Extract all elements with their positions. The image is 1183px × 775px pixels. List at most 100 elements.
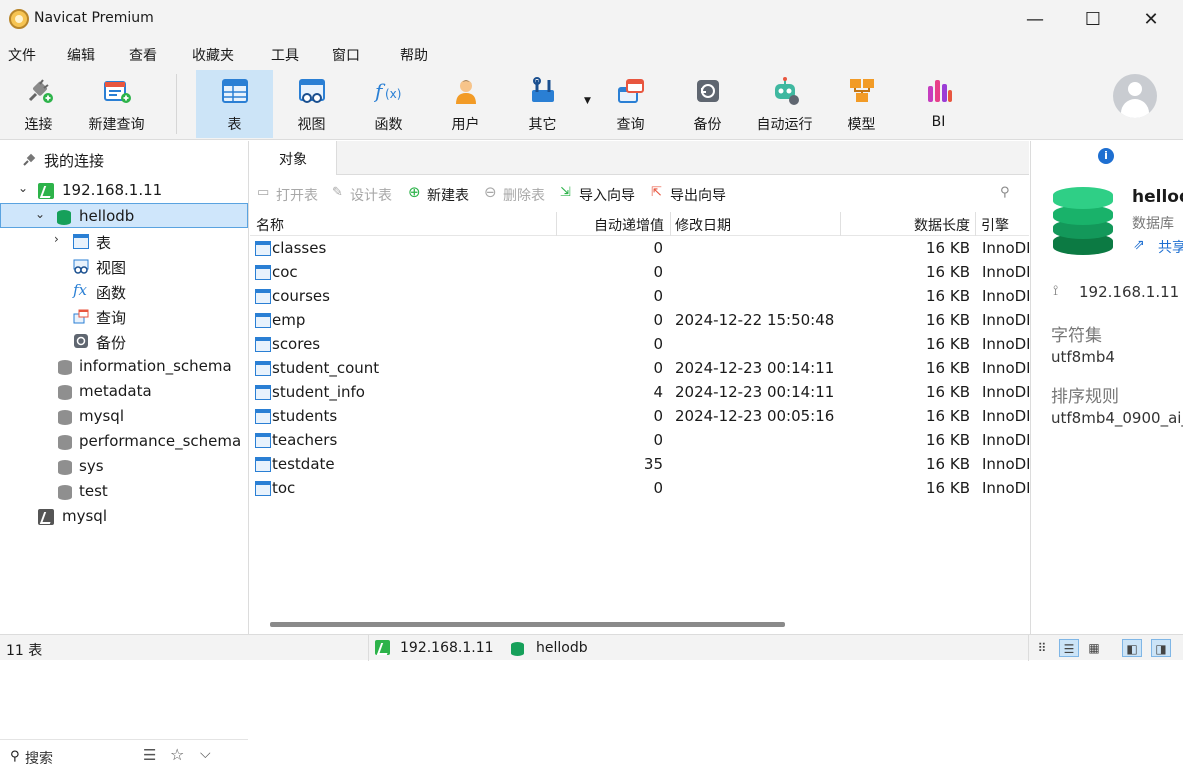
grid-view-icon[interactable]: ⠿	[1032, 639, 1052, 657]
share-icon[interactable]: ⇗	[1133, 237, 1145, 253]
toolbar-query-button[interactable]: 查询	[592, 70, 669, 138]
charset-label: 字符集	[1051, 326, 1102, 346]
info-icon[interactable]: i	[1098, 148, 1114, 164]
star-icon[interactable]: ☆	[170, 745, 184, 764]
table-row[interactable]: student_count 0 2024-12-23 00:14:11 16 KB In…	[250, 357, 1029, 381]
tools-icon	[532, 77, 554, 102]
chevron-down-icon[interactable]: ▼	[584, 96, 591, 106]
tree-item-tables[interactable]: › 表	[0, 229, 248, 254]
column-header-engine[interactable]: 引擎	[981, 215, 1009, 235]
toolbar-automation-button[interactable]: 自动运行	[746, 70, 823, 138]
toolbar-user-button[interactable]: 用户	[427, 70, 504, 138]
toolbar-model-button[interactable]: 模型	[823, 70, 900, 138]
column-header-name[interactable]: 名称	[256, 215, 284, 235]
table-row[interactable]: courses 0 16 KB InnoDB	[250, 285, 1029, 309]
tree-db-performance-schema[interactable]: performance_schema	[0, 429, 248, 454]
table-row[interactable]: toc 0 16 KB InnoDB	[250, 477, 1029, 501]
open-table-button[interactable]: 打开表	[276, 185, 318, 205]
share-link[interactable]: 共享	[1158, 237, 1183, 257]
user-avatar[interactable]	[1113, 74, 1157, 118]
toolbar-connect-button[interactable]: 连接	[0, 70, 77, 138]
tree-item-label: 查询	[96, 309, 127, 327]
tree-db-metadata[interactable]: metadata	[0, 379, 248, 404]
tab-objects[interactable]: 对象	[250, 141, 337, 175]
toolbar-table-button[interactable]: 表	[196, 70, 273, 138]
toggle-info-pane-icon[interactable]: ◨	[1151, 639, 1171, 657]
chevron-down-icon[interactable]: ⌄	[18, 181, 28, 195]
cell-name: toc	[272, 479, 296, 497]
toolbar-model-label: 模型	[847, 117, 876, 133]
search-icon[interactable]: ⚲	[1000, 185, 1010, 200]
menu-bar: 文件 编辑 查看 收藏夹 工具 窗口 帮助	[0, 38, 1183, 70]
tree-db-mysql[interactable]: mysql	[0, 404, 248, 429]
tree-db-label: hellodb	[79, 207, 135, 225]
list-view-icon[interactable]: ☰	[1059, 639, 1079, 657]
column-header-auto-increment[interactable]: 自动递增值	[556, 215, 664, 235]
menu-view[interactable]: 查看	[129, 45, 157, 65]
import-wizard-button[interactable]: 导入向导	[579, 185, 635, 205]
scrollbar-thumb[interactable]	[270, 622, 785, 627]
menu-tools[interactable]: 工具	[271, 45, 299, 65]
menu-favorites[interactable]: 收藏夹	[192, 45, 234, 65]
user-icon	[456, 80, 476, 104]
search-input[interactable]: 搜索	[25, 748, 53, 768]
collapse-icon[interactable]: ⌵	[200, 746, 211, 762]
mysql-server-icon	[38, 509, 54, 525]
chevron-right-icon[interactable]: ›	[54, 232, 59, 246]
toolbar-backup-button[interactable]: 备份	[669, 70, 746, 138]
close-button[interactable]: ✕	[1122, 0, 1180, 38]
design-table-button[interactable]: 设计表	[350, 185, 392, 205]
toolbar-view-button[interactable]: 视图	[273, 70, 350, 138]
my-connections-label: 我的连接	[44, 152, 105, 170]
table-row[interactable]: testdate 35 16 KB InnoDB	[250, 453, 1029, 477]
objects-toolbar: ▭ 打开表 ✎ 设计表 ⊕ 新建表 ⊖ 删除表 ⇲ 导入向导 ⇱ 导出向导 ⚲	[250, 176, 1029, 212]
cell-auto-increment: 0	[653, 359, 663, 377]
column-header-data-length[interactable]: 数据长度	[840, 215, 970, 235]
toolbar-new-query-button[interactable]: 新建查询	[78, 70, 155, 138]
toggle-nav-pane-icon[interactable]: ◧	[1122, 639, 1142, 657]
tree-db-sys[interactable]: sys	[0, 454, 248, 479]
delete-table-button[interactable]: 删除表	[503, 185, 545, 205]
tree-item-views[interactable]: 视图	[0, 254, 248, 279]
export-wizard-button[interactable]: 导出向导	[670, 185, 726, 205]
tree-db-information-schema[interactable]: information_schema	[0, 354, 248, 379]
table-row[interactable]: students 0 2024-12-23 00:05:16 16 KB InnoDB	[250, 405, 1029, 429]
mysql-server-icon	[38, 183, 54, 199]
tree-item-backups[interactable]: 备份	[0, 329, 248, 354]
tree-db-label: mysql	[79, 407, 124, 425]
tree-server-mysql[interactable]: mysql	[0, 504, 248, 529]
filter-icon[interactable]: ☰	[143, 746, 156, 764]
toolbar-function-button[interactable]: f (x) 函数	[350, 70, 427, 138]
my-connections-header[interactable]: 我的连接	[0, 147, 248, 172]
maximize-button[interactable]: ☐	[1064, 0, 1122, 38]
tree-db-test[interactable]: test	[0, 479, 248, 504]
table-row[interactable]: teachers 0 16 KB InnoDB	[250, 429, 1029, 453]
menu-help[interactable]: 帮助	[400, 45, 428, 65]
detail-view-icon[interactable]: ▦	[1084, 639, 1104, 657]
status-bar: 11 表 192.168.1.11 hellodb ⠿ ☰ ▦ ◧ ◨	[0, 634, 1183, 661]
horizontal-scrollbar[interactable]	[270, 620, 1010, 628]
tree-db-hellodb[interactable]: ⌄ hellodb	[0, 203, 248, 228]
table-row[interactable]: student_info 4 2024-12-23 00:14:11 16 KB Inn…	[250, 381, 1029, 405]
menu-window[interactable]: 窗口	[332, 45, 360, 65]
table-row[interactable]: scores 0 16 KB InnoDB	[250, 333, 1029, 357]
table-row[interactable]: coc 0 16 KB InnoDB	[250, 261, 1029, 285]
tree-server-192-168-1-11[interactable]: ⌄ 192.168.1.11	[0, 178, 248, 203]
table-row[interactable]: emp 0 2024-12-22 15:50:48 16 KB InnoDB	[250, 309, 1029, 333]
column-header-modified-date[interactable]: 修改日期	[675, 215, 731, 235]
tree-item-queries[interactable]: 查询	[0, 304, 248, 329]
chevron-down-icon[interactable]: ⌄	[35, 207, 45, 221]
toolbar-others-button[interactable]: 其它 ▼	[504, 70, 592, 138]
toolbar-backup-label: 备份	[693, 117, 722, 133]
new-table-button[interactable]: 新建表	[427, 185, 469, 205]
cell-engine: InnoDB	[982, 479, 1029, 497]
menu-edit[interactable]: 编辑	[67, 45, 95, 65]
cell-auto-increment: 0	[653, 335, 663, 353]
menu-file[interactable]: 文件	[8, 45, 36, 65]
minimize-button[interactable]: —	[1006, 0, 1064, 38]
table-icon	[255, 289, 271, 304]
toolbar-bi-button[interactable]: BI	[900, 70, 977, 138]
table-row[interactable]: classes 0 16 KB InnoDB	[250, 237, 1029, 261]
tree-item-functions[interactable]: fx 函数	[0, 279, 248, 304]
nav-search-bar[interactable]: ⚲ 搜索 ☰ ☆ ⌵	[0, 739, 248, 775]
